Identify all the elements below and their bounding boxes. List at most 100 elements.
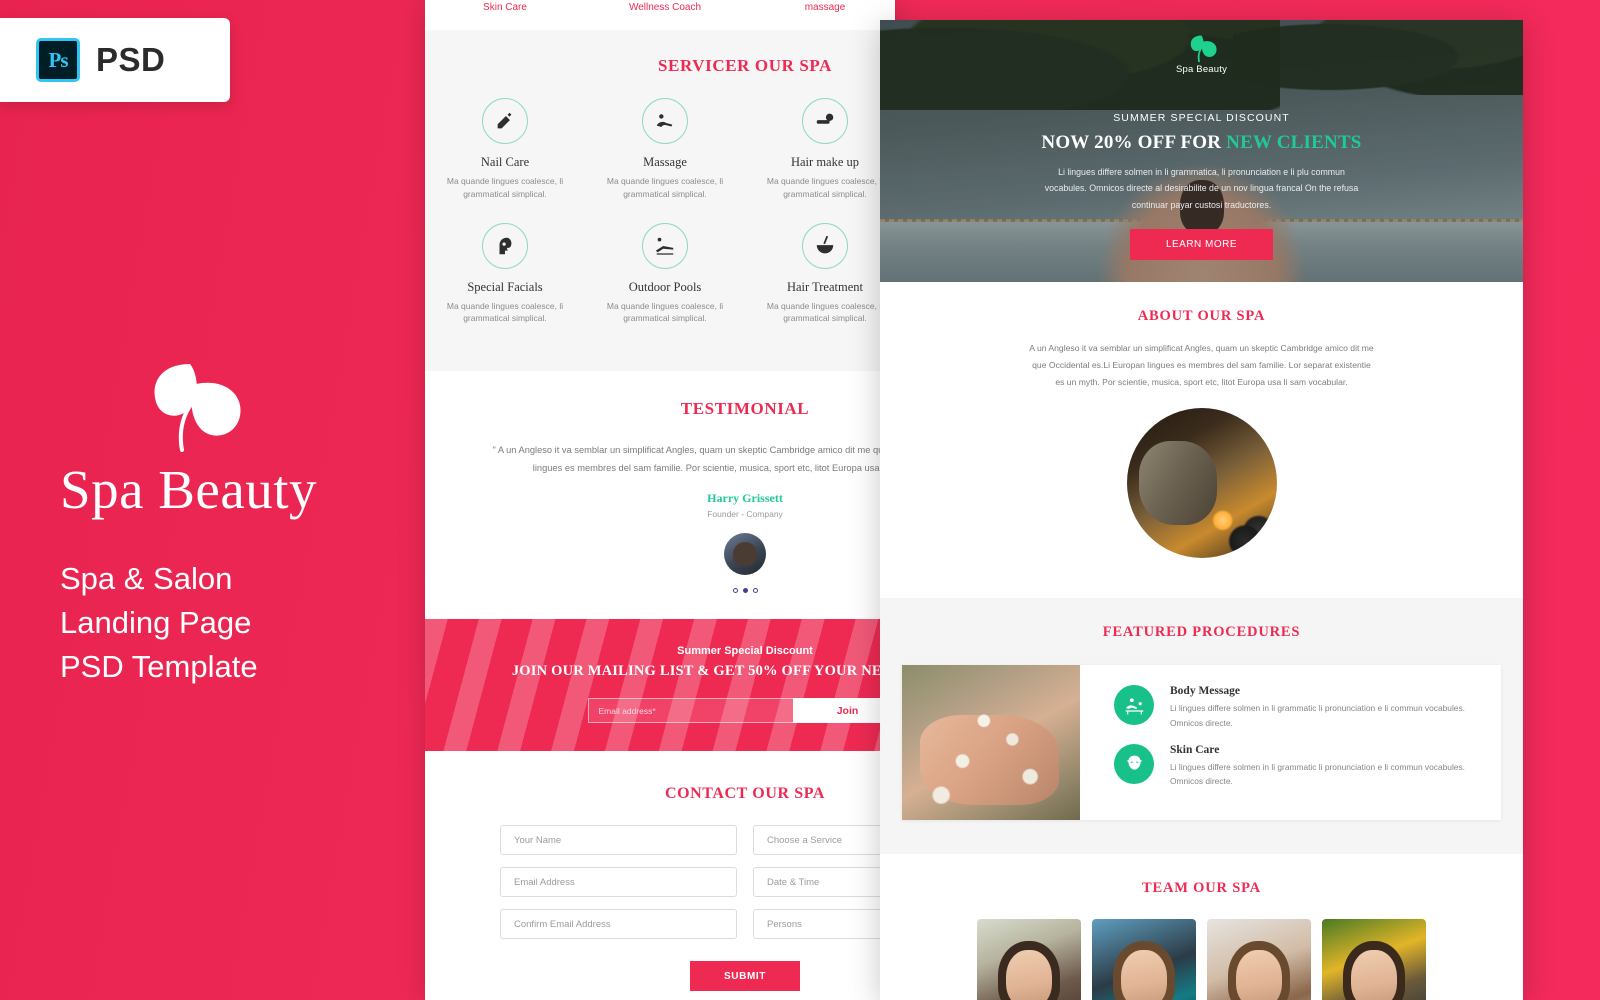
brand-subtitle: Spa & Salon Landing Page PSD Template [60, 561, 258, 685]
service-desc: Ma quande lingues coalesce, li grammatic… [766, 300, 884, 324]
section-newsletter: Summer Special Discount JOIN OUR MAILING… [425, 619, 895, 752]
date-time-input[interactable]: Date & Time [753, 867, 895, 898]
service-name: Massage [643, 155, 687, 169]
photoshop-icon: Ps [36, 38, 80, 82]
hero-kicker: SUMMER SPECIAL DISCOUNT [1113, 112, 1290, 124]
services-grid: Nail Care Ma quande lingues coalesce, li… [425, 98, 895, 347]
hero-logo-text: Spa Beauty [1175, 64, 1228, 75]
featured-item[interactable]: Skin Care Li lingues differe solmen in l… [1114, 743, 1475, 789]
mortar-pestle-icon [802, 222, 848, 269]
service-card[interactable]: Outdoor Pools Ma quande lingues coalesce… [585, 222, 745, 326]
team-member-photo-1[interactable] [977, 919, 1081, 1000]
testimonial-quote: " A un Angleso it va semblar un simplifi… [492, 445, 895, 474]
submit-button[interactable]: SUBMIT [690, 961, 800, 992]
testimonial-avatar [724, 533, 766, 576]
service-card[interactable]: Massage Ma quande lingues coalesce, li g… [585, 98, 745, 201]
services-title: SERVICER OUR SPA [658, 56, 832, 75]
service-desc: Ma quande lingues coalesce, li grammatic… [606, 300, 724, 324]
newsletter-email-input[interactable]: Email address* [587, 698, 793, 724]
hero-headline-accent: NEW CLIENTS [1226, 132, 1362, 153]
brand-block: Spa Beauty Spa & Salon Landing Page PSD … [60, 358, 410, 689]
middle-preview-column: Skin Care Wellness Coach massage Make up… [425, 0, 895, 1000]
about-body: A un Angleso it va semblar un simplifica… [1029, 343, 1374, 387]
top-label: Skin Care [483, 2, 527, 13]
contact-form: Your Name Email Address Confirm Email Ad… [425, 825, 895, 940]
featured-item-desc: Li lingues differe solmen in li grammati… [1170, 761, 1465, 787]
featured-item[interactable]: Body Message Li lingues differe solmen i… [1114, 685, 1475, 730]
testimonial-pagination[interactable] [425, 588, 895, 594]
hero-section: Spa Beauty SUMMER SPECIAL DISCOUNT NOW 2… [880, 20, 1523, 282]
team-title: TEAM OUR SPA [1142, 880, 1261, 897]
team-member-photo-4[interactable] [1322, 919, 1426, 1000]
service-desc: Ma quande lingues coalesce, li grammatic… [446, 300, 564, 324]
service-name: Outdoor Pools [628, 279, 702, 294]
face-mask-icon [482, 222, 528, 269]
section-testimonial: TESTIMONIAL " A un Angleso it va semblar… [425, 371, 895, 620]
service-card[interactable]: Special Facials Ma quande lingues coales… [425, 222, 585, 326]
featured-item-desc: Li lingues differe solmen in li grammati… [1170, 703, 1465, 728]
pagination-dot[interactable] [732, 588, 738, 594]
service-name: Nail Care [480, 155, 530, 169]
testimonial-title: TESTIMONIAL [680, 399, 810, 418]
razor-icon [802, 98, 848, 144]
featured-card: Body Message Li lingues differe solmen i… [902, 665, 1501, 821]
newsletter-kicker: Summer Special Discount [677, 645, 813, 658]
hero-body-text: Li lingues differe solmen in li grammati… [1044, 167, 1359, 210]
choose-service-select[interactable]: Choose a Service [753, 825, 895, 856]
featured-item-title: Body Message [1170, 685, 1240, 698]
service-desc: Ma quande lingues coalesce, li grammatic… [766, 176, 884, 199]
hero-leaf-logo-icon [1190, 35, 1217, 63]
newsletter-form: Email address* Join [425, 698, 895, 724]
hero-headline: NOW 20% OFF FOR NEW CLIENTS [880, 132, 1523, 154]
service-card[interactable]: Hair Treatment Ma quande lingues coalesc… [745, 222, 895, 326]
section-services: SERVICER OUR SPA Nail Care Ma quande lin… [425, 30, 895, 371]
service-desc: Ma quande lingues coalesce, li grammatic… [446, 176, 564, 199]
section-about: ABOUT OUR SPA A un Angleso it va semblar… [880, 282, 1523, 598]
newsletter-headline: JOIN OUR MAILING LIST & GET 50% OFF YOUR… [511, 663, 895, 680]
top-label: Wellness Coach [628, 2, 702, 13]
massage-hands-icon [642, 98, 688, 144]
pagination-dot-active[interactable] [742, 588, 748, 594]
persons-input[interactable]: Persons [753, 909, 895, 940]
testimonial-role: Founder - Company [707, 509, 783, 520]
brand-name: Spa Beauty [60, 459, 318, 520]
pagination-dot[interactable] [752, 588, 758, 594]
service-card[interactable]: Nail Care Ma quande lingues coalesce, li… [425, 98, 585, 201]
nail-polish-icon [482, 98, 528, 144]
team-member-photo-2[interactable] [1092, 919, 1196, 1000]
right-preview-column: Spa Beauty SUMMER SPECIAL DISCOUNT NOW 2… [880, 20, 1523, 1000]
about-title: ABOUT OUR SPA [1137, 308, 1266, 324]
confirm-email-input[interactable]: Confirm Email Address [500, 909, 737, 940]
psd-badge-label: PSD [96, 41, 166, 78]
contact-form-left-column: Your Name Email Address Confirm Email Ad… [500, 825, 737, 940]
service-name: Special Facials [467, 279, 543, 294]
section-team: TEAM OUR SPA [880, 854, 1523, 1000]
your-name-input[interactable]: Your Name [500, 825, 737, 856]
service-name: Hair Treatment [786, 279, 864, 294]
team-member-photo-3[interactable] [1207, 919, 1311, 1000]
section-contact: CONTACT OUR SPA Your Name Email Address … [425, 751, 895, 1000]
facial-mask-icon [1114, 743, 1154, 784]
service-name: Hair make up [790, 155, 860, 169]
featured-item-title: Skin Care [1170, 743, 1220, 756]
psd-badge: Ps PSD [0, 18, 230, 102]
massage-table-icon [1114, 685, 1154, 726]
leaf-logo-icon [154, 364, 241, 452]
section-featured-procedures: FEATURED PROCEDURES Body Message Li ling… [880, 598, 1523, 855]
service-card[interactable]: Hair make up Ma quande lingues coalesce,… [745, 98, 895, 201]
featured-title: FEATURED PROCEDURES [1102, 624, 1301, 641]
hands-with-flowers-photo [902, 665, 1080, 821]
learn-more-button[interactable]: LEARN MORE [1130, 228, 1273, 260]
sun-lounger-icon [642, 222, 688, 269]
contact-form-right-column: Choose a Service Date & Time Persons [753, 825, 895, 940]
service-desc: Ma quande lingues coalesce, li grammatic… [606, 176, 724, 199]
testimonial-author: Harry Grissett [707, 491, 783, 506]
email-address-input[interactable]: Email Address [500, 867, 737, 898]
team-grid [880, 919, 1523, 1000]
mid-top-strip: Skin Care Wellness Coach massage Make up [425, 0, 895, 30]
hero-headline-plain: NOW 20% OFF FOR [1041, 132, 1227, 153]
top-label: massage [804, 2, 846, 13]
spa-towels-candles-photo [1126, 408, 1277, 559]
mid-top-labels: Skin Care Wellness Coach massage Make up [425, 2, 895, 13]
contact-title: CONTACT OUR SPA [664, 785, 826, 803]
